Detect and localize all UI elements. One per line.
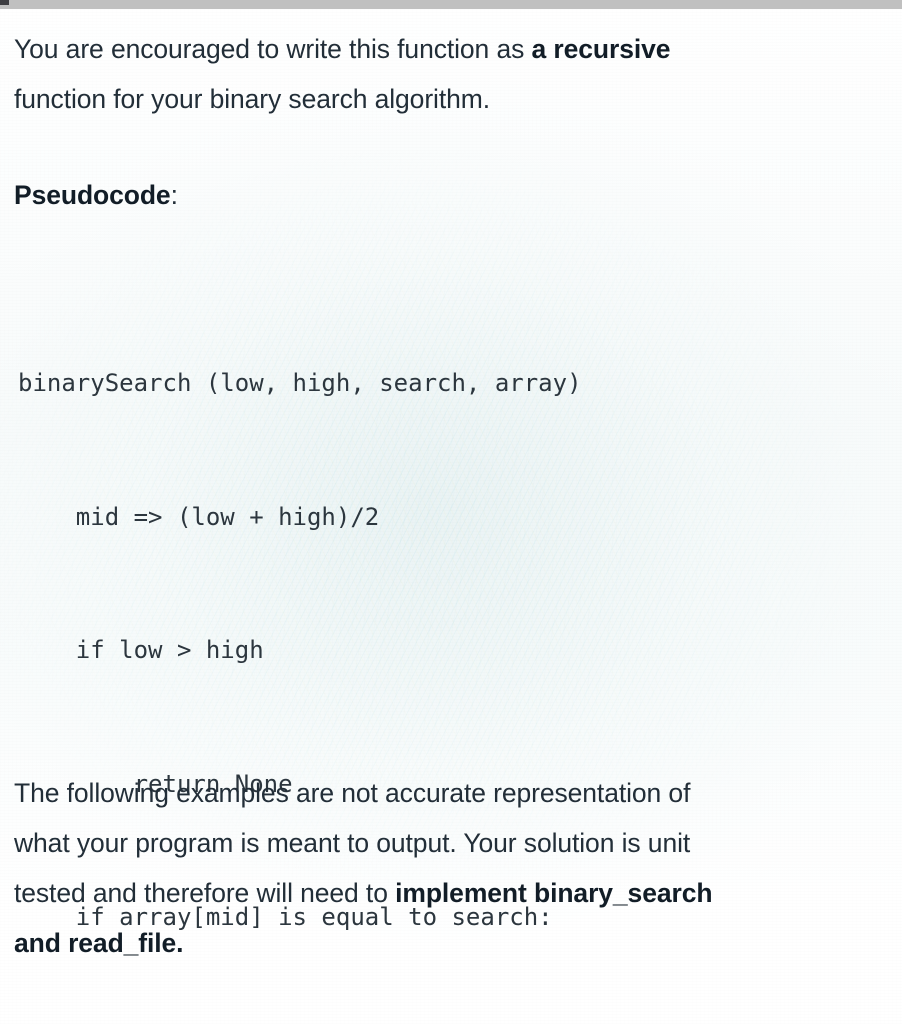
outro-line-3-normal-text: tested and therefore will need to: [14, 878, 396, 908]
pseudocode-heading: Pseudocode:: [14, 180, 178, 211]
pseudocode-line: mid => (low + high)/2: [18, 502, 380, 531]
intro-line-1-bold-text: a recursive: [531, 34, 671, 64]
outro-paragraph: The following examples are not accurate …: [14, 768, 890, 968]
outro-paragraph-line-4: and read_file.: [14, 918, 890, 968]
top-bar-corner-tick: [0, 0, 9, 5]
intro-paragraph: You are encouraged to write this functio…: [14, 24, 890, 124]
pseudocode-line: binarySearch (low, high, search, array): [18, 369, 582, 397]
pseudocode-line: if low > high: [18, 636, 264, 664]
scanned-page: You are encouraged to write this functio…: [0, 0, 902, 1024]
page-content: You are encouraged to write this functio…: [0, 0, 902, 1024]
pseudocode-heading-colon: :: [170, 180, 178, 210]
outro-line-3-bold-text: implement binary_search: [395, 878, 713, 908]
outro-paragraph-line-2: what your program is meant to output. Yo…: [14, 828, 691, 858]
intro-line-1-normal-text: You are encouraged to write this functio…: [14, 34, 532, 64]
intro-paragraph-line-2: function for your binary search algorith…: [14, 84, 490, 114]
intro-paragraph-line-1: You are encouraged to write this functio…: [14, 24, 890, 74]
pseudocode-heading-label: Pseudocode: [14, 180, 171, 210]
outro-paragraph-line-3: tested and therefore will need to implem…: [14, 868, 890, 918]
outro-paragraph-line-1: The following examples are not accurate …: [14, 778, 691, 808]
outro-line-4-bold-text: and read_file.: [14, 928, 184, 958]
top-gray-bar: [0, 0, 902, 9]
